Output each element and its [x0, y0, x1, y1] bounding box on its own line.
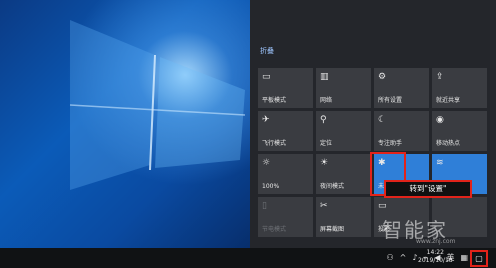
person-icon[interactable]: ⚇: [386, 251, 393, 265]
scissors-icon: ✂: [320, 201, 328, 211]
location-icon: ⚲: [320, 115, 327, 125]
tile-tablet-mode[interactable]: ▭ 平板模式: [258, 68, 313, 108]
tile-project[interactable]: ▭ 投影: [374, 197, 429, 237]
tile-label: 网络: [320, 97, 333, 104]
share-icon: ⇪: [436, 72, 444, 82]
tile-location[interactable]: ⚲ 定位: [316, 111, 371, 151]
hotspot-icon: ◉: [436, 115, 444, 125]
bluetooth-icon: ✱: [378, 158, 386, 168]
tile-battery-saver[interactable]: ▯ 节电模式: [258, 197, 313, 237]
tile-network[interactable]: ▥ 网络: [316, 68, 371, 108]
clock-date: 2019/10/18: [418, 257, 453, 264]
collapse-link[interactable]: 折叠: [260, 46, 274, 56]
microphone-icon[interactable]: ♪: [412, 251, 417, 265]
windows-logo-light: [69, 20, 246, 190]
gear-icon: ⚙: [378, 72, 387, 82]
project-icon: ▭: [378, 201, 387, 211]
tile-night-light[interactable]: ☀ 夜间模式: [316, 154, 371, 194]
moon-icon: ☾: [378, 115, 387, 125]
airplane-icon: ✈: [262, 115, 270, 125]
tablet-icon: ▭: [262, 72, 271, 82]
tile-nearby-sharing[interactable]: ⇪ 就近共享: [432, 68, 487, 108]
tile-all-settings[interactable]: ⚙ 所有设置: [374, 68, 429, 108]
notification-icon[interactable]: ▢: [470, 250, 488, 267]
clock-time: 14:22: [426, 249, 444, 256]
tile-mobile-hotspot[interactable]: ◉ 移动热点: [432, 111, 487, 151]
action-center-panel: 折叠 ▭ 平板模式 ▥ 网络 ⚙ 所有设置 ⇪ 就近共享 ✈ 飞行模式 ⚲ 定位…: [250, 0, 496, 248]
taskbar: ⚇ ^ ♪ ⌁ ◀ 英 ▦ 14:22 2019/10/18: [0, 248, 496, 268]
tile-airplane-mode[interactable]: ✈ 飞行模式: [258, 111, 313, 151]
quick-actions-grid: ▭ 平板模式 ▥ 网络 ⚙ 所有设置 ⇪ 就近共享 ✈ 飞行模式 ⚲ 定位 ☾ …: [258, 68, 490, 237]
clock[interactable]: 14:22 2019/10/18: [418, 249, 453, 265]
tile-label: 专注助手: [378, 140, 403, 147]
tile-label: 平板模式: [262, 97, 287, 104]
tile-focus-assist[interactable]: ☾ 专注助手: [374, 111, 429, 151]
tile-screen-snip[interactable]: ✂ 屏幕截图: [316, 197, 371, 237]
network-icon: ▥: [320, 72, 329, 82]
tile-label: 节电模式: [262, 226, 287, 233]
sun-icon: ☀: [320, 158, 329, 168]
ime-grid-icon[interactable]: ▦: [460, 251, 468, 265]
tile-label: 移动热点: [436, 140, 461, 147]
battery-icon: ▯: [262, 201, 267, 211]
tile-label: 飞行模式: [262, 140, 287, 147]
tile-label: 所有设置: [378, 97, 403, 104]
tile-label: 就近共享: [436, 97, 461, 104]
desktop-wallpaper: [0, 0, 250, 248]
go-to-settings-callout[interactable]: 转到"设置": [384, 180, 472, 198]
tile-label: 投影: [378, 226, 391, 233]
tile-label: 定位: [320, 140, 333, 147]
chevron-up-icon[interactable]: ^: [400, 251, 407, 265]
tile-connect[interactable]: [432, 197, 487, 237]
tile-label: 100%: [262, 183, 280, 190]
tile-label: 屏幕截图: [320, 226, 345, 233]
wifi-icon: ≋: [436, 158, 444, 168]
tile-brightness[interactable]: ☼ 100%: [258, 154, 313, 194]
brightness-icon: ☼: [262, 158, 271, 168]
tile-label: 夜间模式: [320, 183, 345, 190]
